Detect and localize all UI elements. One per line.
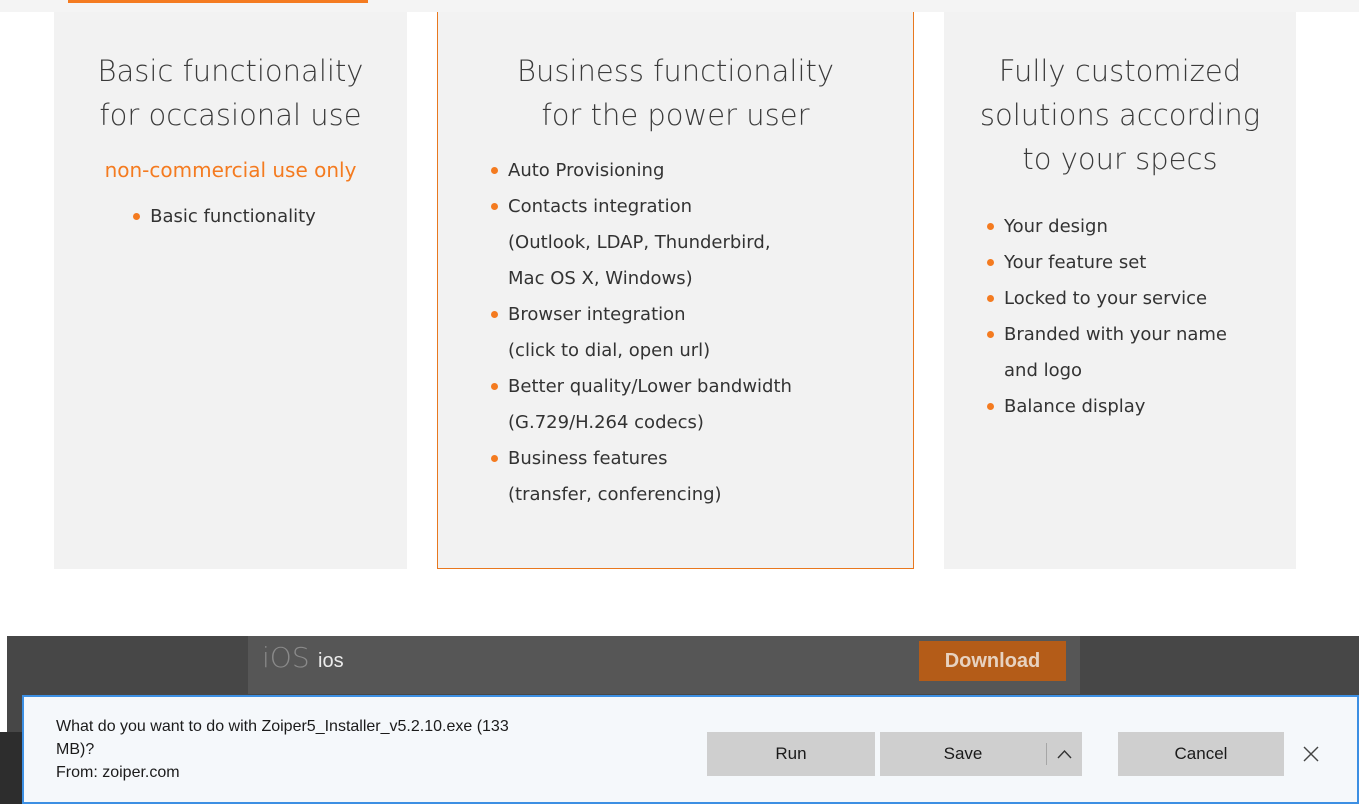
- plan-title: Fully customized solutions according to …: [944, 12, 1296, 181]
- plan-title-line: for the power user: [541, 98, 810, 132]
- download-prompt-line: What do you want to do with Zoiper5_Inst…: [56, 718, 509, 735]
- feature-item: Branded with your name and logo: [985, 317, 1227, 389]
- download-button[interactable]: Download: [919, 641, 1066, 681]
- bullet-dot-icon: [491, 383, 499, 390]
- feature-item: Basic functionality: [131, 199, 316, 235]
- bullet-dot-icon: [987, 223, 994, 230]
- bullet-dot-icon: [987, 331, 994, 338]
- feature-item: Auto Provisioning: [489, 153, 792, 189]
- feature-item: Locked to your service: [985, 281, 1227, 317]
- bullet-dot-icon: [987, 259, 994, 266]
- close-button[interactable]: [1297, 740, 1325, 768]
- feature-item: Business features (transfer, conferencing…: [489, 441, 792, 513]
- plan-title: Business functionality for the power use…: [438, 12, 913, 137]
- plan-title-line: solutions according: [979, 98, 1261, 132]
- save-button[interactable]: Save: [880, 732, 1046, 776]
- pricing-section: Basic functionality for occasional use n…: [0, 0, 1359, 636]
- plan-title-line: Fully customized: [998, 54, 1242, 88]
- bullet-dot-icon: [491, 311, 499, 318]
- cancel-button[interactable]: Cancel: [1118, 732, 1284, 776]
- plan-card-custom: Fully customized solutions according to …: [944, 12, 1296, 569]
- plan-title-line: to your specs: [1022, 142, 1218, 176]
- close-icon: [1303, 746, 1319, 762]
- bullet-dot-icon: [987, 403, 994, 410]
- top-accent-bar: [68, 0, 368, 3]
- plan-note: non-commercial use only: [104, 158, 357, 182]
- save-options-button[interactable]: [1047, 732, 1082, 776]
- download-prompt-line: MB)?: [56, 741, 95, 758]
- plan-title-line: Business functionality: [516, 54, 835, 88]
- feature-list: Basic functionality: [131, 199, 316, 235]
- bullet-dot-icon: [491, 455, 499, 462]
- plan-card-basic: Basic functionality for occasional use n…: [54, 12, 407, 569]
- bullet-dot-icon: [491, 167, 499, 174]
- download-notification-bar: What do you want to do with Zoiper5_Inst…: [22, 695, 1359, 804]
- bullet-dot-icon: [491, 203, 499, 210]
- feature-item: Balance display: [985, 389, 1227, 425]
- plan-title-line: Basic functionality: [97, 54, 364, 88]
- download-prompt-text: What do you want to do with Zoiper5_Inst…: [56, 715, 666, 784]
- chevron-up-icon: [1057, 749, 1072, 759]
- plan-card-business: Business functionality for the power use…: [437, 12, 914, 569]
- feature-item: Contacts integration (Outlook, LDAP, Thun…: [489, 189, 792, 297]
- platform-label: ios: [318, 650, 344, 672]
- feature-list: Auto Provisioning Contacts integration (O…: [489, 153, 792, 513]
- download-source: From: zoiper.com: [56, 764, 180, 781]
- plan-title-line: for occasional use: [99, 98, 362, 132]
- plan-title: Basic functionality for occasional use: [54, 12, 407, 137]
- feature-item: Better quality/Lower bandwidth (G.729/H.2…: [489, 369, 792, 441]
- ios-logo: iOS: [262, 641, 310, 674]
- run-button[interactable]: Run: [707, 732, 875, 776]
- save-split-button: Save: [880, 732, 1082, 776]
- feature-item: Browser integration (click to dial, open …: [489, 297, 792, 369]
- feature-item: Your feature set: [985, 245, 1227, 281]
- feature-item: Your design: [985, 209, 1227, 245]
- bullet-dot-icon: [987, 295, 994, 302]
- bullet-dot-icon: [133, 213, 141, 220]
- feature-list: Your design Your feature set Locked to y…: [985, 209, 1227, 425]
